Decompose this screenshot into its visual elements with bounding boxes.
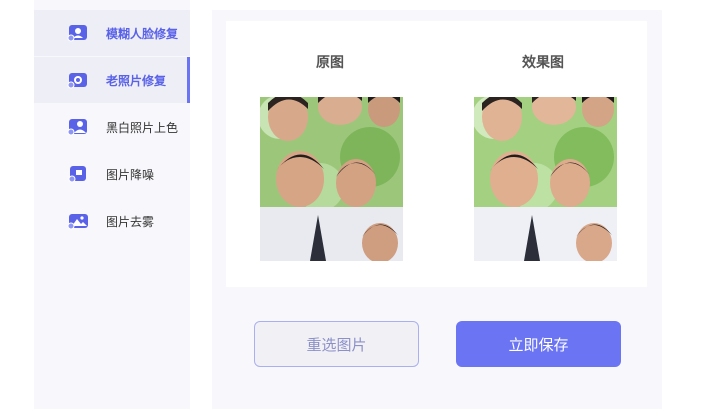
sidebar-item-old-photo[interactable]: 老照片修复: [34, 57, 190, 103]
sidebar-item-denoise[interactable]: 图片降噪: [34, 151, 190, 197]
reselect-image-button[interactable]: 重选图片: [254, 321, 419, 367]
sidebar-item-label: 老照片修复: [106, 73, 167, 88]
denoise-icon: [67, 165, 89, 183]
sidebar-item-label: 图片去雾: [106, 214, 155, 229]
dehaze-icon: [67, 212, 89, 230]
sidebar: 模糊人脸修复 老照片修复 黑白照片上色 图片降噪 图片去雾: [34, 0, 190, 409]
compare-card: 原图 效果图: [226, 21, 647, 287]
original-title: 原图: [316, 55, 344, 71]
save-now-button[interactable]: 立即保存: [456, 321, 621, 367]
sidebar-item-label: 黑白照片上色: [106, 120, 179, 135]
colorize-icon: [67, 118, 89, 136]
result-photo: [474, 97, 617, 261]
main-panel: 原图 效果图 重选图片 立即保存: [212, 10, 662, 409]
sidebar-item-label: 图片降噪: [106, 167, 155, 182]
original-photo: [260, 97, 403, 261]
sidebar-item-dehaze[interactable]: 图片去雾: [34, 198, 190, 244]
sidebar-item-colorize[interactable]: 黑白照片上色: [34, 104, 190, 150]
result-title: 效果图: [522, 55, 564, 71]
face-restore-icon: [67, 24, 89, 42]
sidebar-item-face-restore[interactable]: 模糊人脸修复: [34, 10, 190, 56]
sidebar-item-label: 模糊人脸修复: [106, 26, 179, 41]
old-photo-icon: [67, 71, 89, 89]
